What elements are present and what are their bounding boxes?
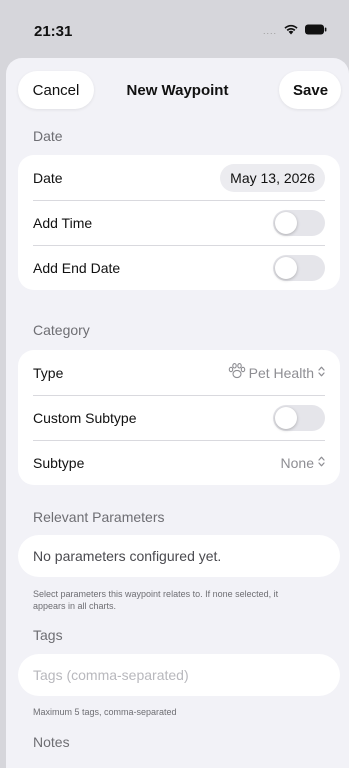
subtype-row: Subtype None — [18, 440, 340, 485]
battery-icon — [305, 22, 327, 40]
tags-footnote: Maximum 5 tags, comma-separated — [33, 707, 177, 717]
paw-icon — [228, 363, 246, 382]
type-value: Pet Health — [248, 364, 314, 381]
add-time-trailing — [273, 209, 325, 236]
save-button[interactable]: Save — [279, 71, 341, 109]
custom-subtype-toggle[interactable] — [273, 404, 325, 431]
date-picker[interactable]: May 13, 2026 — [220, 163, 325, 192]
type-row: Type Pet Health — [18, 350, 340, 395]
tags-input[interactable] — [33, 667, 325, 683]
subtype-picker[interactable]: None — [281, 455, 325, 471]
date-label: Date — [33, 169, 63, 186]
chevron-up-down-icon — [318, 366, 325, 380]
toggle-knob — [275, 406, 297, 429]
category-card: Type Pet Health Custom Subtype Subtype N… — [18, 350, 340, 485]
toggle-knob — [275, 256, 297, 279]
status-bar: 21:31 .... — [0, 0, 349, 64]
add-time-label: Add Time — [33, 214, 93, 231]
date-row-trailing: May 13, 2026 — [220, 163, 325, 192]
parameters-footnote: Select parameters this waypoint relates … — [33, 589, 279, 611]
wifi-icon — [283, 22, 299, 40]
section-header-category: Category — [33, 322, 90, 338]
section-header-notes: Notes — [33, 734, 70, 750]
section-header-parameters: Relevant Parameters — [33, 509, 165, 525]
type-picker[interactable]: Pet Health — [228, 363, 325, 382]
add-end-date-row: Add End Date — [18, 245, 340, 290]
tags-card — [18, 654, 340, 696]
add-time-row: Add Time — [18, 200, 340, 245]
chevron-up-down-icon — [318, 456, 325, 470]
subtype-value: None — [280, 454, 314, 471]
carrier-dots: .... — [262, 26, 277, 36]
parameters-card: No parameters configured yet. — [18, 535, 340, 577]
date-card: Date May 13, 2026 Add Time Add End Date — [18, 155, 340, 290]
add-end-date-label: Add End Date — [33, 259, 121, 276]
section-header-date: Date — [33, 128, 63, 144]
navigation-bar: Cancel New Waypoint Save — [6, 58, 349, 120]
custom-subtype-trailing — [273, 404, 325, 431]
add-end-date-toggle[interactable] — [273, 254, 325, 281]
date-row: Date May 13, 2026 — [18, 155, 340, 200]
type-label: Type — [33, 364, 64, 381]
subtype-label: Subtype — [33, 454, 85, 471]
custom-subtype-label: Custom Subtype — [33, 409, 137, 426]
new-waypoint-sheet: Cancel New Waypoint Save Date Date May 1… — [6, 58, 349, 768]
status-time: 21:31 — [34, 23, 73, 40]
add-time-toggle[interactable] — [273, 209, 325, 236]
section-header-tags: Tags — [33, 627, 63, 643]
add-end-date-trailing — [273, 254, 325, 281]
parameters-empty-text: No parameters configured yet. — [33, 548, 222, 564]
toggle-knob — [275, 211, 297, 234]
cancel-button[interactable]: Cancel — [18, 71, 94, 109]
type-picker-value: Pet Health — [228, 363, 314, 382]
custom-subtype-row: Custom Subtype — [18, 395, 340, 440]
status-icons: .... — [263, 22, 327, 40]
